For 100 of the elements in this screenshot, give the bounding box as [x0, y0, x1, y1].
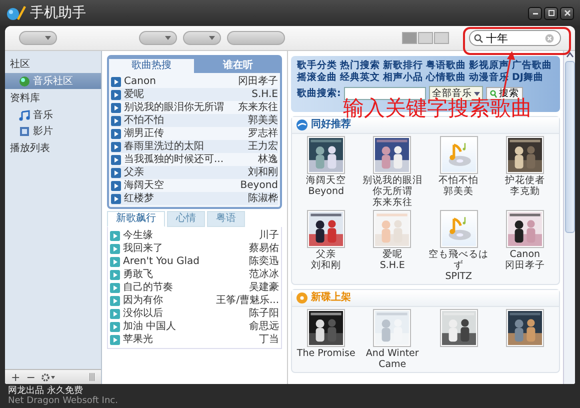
- category-link[interactable]: 新歌排行: [383, 60, 423, 72]
- song-title[interactable]: 加油 中国人: [123, 320, 246, 333]
- play-icon[interactable]: [110, 322, 120, 332]
- album-cover[interactable]: [506, 309, 544, 347]
- scroll-up-icon[interactable]: [566, 51, 574, 59]
- music-disc-icon: [448, 217, 471, 240]
- category-link[interactable]: 歌手分类: [297, 60, 337, 72]
- window-title: 手机助手: [30, 4, 87, 22]
- sidebar-heading: 播放列表: [9, 142, 51, 156]
- song-title[interactable]: 爱呢: [124, 88, 249, 101]
- album-cover[interactable]: [506, 210, 544, 248]
- category-link[interactable]: 心情歌曲: [426, 72, 466, 84]
- play-icon[interactable]: [111, 194, 121, 204]
- search-icon: [490, 90, 497, 98]
- album-title[interactable]: Canon: [510, 249, 540, 260]
- play-icon[interactable]: [110, 244, 120, 254]
- album-cover[interactable]: [373, 136, 412, 174]
- song-title[interactable]: 勇敢飞: [123, 268, 246, 281]
- album-title[interactable]: 爱呢: [382, 249, 402, 260]
- remove-button[interactable]: −: [26, 370, 36, 384]
- album-cover[interactable]: [307, 136, 346, 174]
- close-button[interactable]: [560, 6, 574, 20]
- album-artist: 冈田孝子: [504, 260, 545, 271]
- dropdown-button[interactable]: [139, 31, 177, 45]
- category-link[interactable]: 经典英文: [340, 72, 380, 84]
- album-cover[interactable]: [440, 309, 478, 347]
- minimize-button[interactable]: [528, 6, 542, 20]
- album-cover[interactable]: [307, 210, 346, 248]
- song-title[interactable]: 因为有你: [123, 294, 214, 307]
- album-title[interactable]: And Winter Came: [360, 348, 424, 370]
- film-icon: [19, 126, 30, 136]
- play-icon[interactable]: [110, 282, 120, 292]
- song-artist: S.H.E: [252, 88, 278, 101]
- category-link[interactable]: 广告歌曲: [512, 60, 552, 72]
- song-title[interactable]: 没你以后: [123, 307, 246, 320]
- song-artist: 郭美美: [248, 114, 278, 127]
- song-artist: 刘和刚: [248, 166, 278, 179]
- song-title[interactable]: 父亲: [124, 166, 245, 179]
- search-field[interactable]: 十年: [469, 30, 561, 46]
- song-artist: 王筝/曹魅乐...: [216, 294, 279, 307]
- album-title[interactable]: 不怕不怕: [438, 175, 479, 186]
- song-title[interactable]: 春雨里洗过的太阳: [124, 140, 245, 153]
- song-artist: 范冰冰: [249, 268, 279, 281]
- song-title[interactable]: 苹果光: [123, 333, 256, 346]
- play-icon[interactable]: [111, 168, 121, 178]
- maximize-button[interactable]: [544, 6, 558, 20]
- play-icon[interactable]: [111, 116, 121, 126]
- song-title[interactable]: 自己的节奏: [123, 281, 246, 294]
- tab[interactable]: 新歌飙行: [107, 211, 165, 227]
- album-artist: SPITZ: [445, 271, 472, 282]
- album-title[interactable]: 护花使者: [504, 175, 545, 186]
- play-icon[interactable]: [111, 128, 121, 138]
- play-icon[interactable]: [110, 270, 120, 280]
- toolbar-button[interactable]: [227, 31, 285, 45]
- song-title[interactable]: 我回来了: [123, 242, 246, 255]
- song-title[interactable]: Canon: [124, 75, 235, 88]
- song-title[interactable]: 红楼梦: [124, 192, 245, 205]
- song-title[interactable]: 当我孤独的时候还可...: [124, 153, 255, 166]
- play-icon[interactable]: [110, 230, 120, 240]
- play-icon[interactable]: [110, 308, 120, 318]
- dropdown-button[interactable]: [19, 31, 57, 45]
- play-icon[interactable]: [110, 334, 120, 344]
- play-icon[interactable]: [111, 76, 121, 86]
- album-cover[interactable]: [307, 309, 346, 347]
- category-link[interactable]: 粤语歌曲: [426, 60, 466, 72]
- album-title[interactable]: 别说我的眼泪你无所谓: [360, 175, 424, 197]
- category-link[interactable]: 摇滚金曲: [297, 72, 337, 84]
- search-input[interactable]: 十年: [486, 32, 542, 44]
- category-link[interactable]: 热门搜索: [340, 60, 380, 72]
- maximize-icon: [546, 9, 556, 17]
- play-icon[interactable]: [111, 90, 121, 100]
- category-link[interactable]: DJ舞曲: [512, 72, 544, 84]
- settings-icon[interactable]: [41, 372, 56, 382]
- resize-grip-icon[interactable]: [89, 373, 95, 381]
- play-icon[interactable]: [110, 296, 120, 306]
- song-title[interactable]: 今生缘: [123, 229, 256, 242]
- play-icon[interactable]: [111, 102, 121, 112]
- album-title[interactable]: 父亲: [316, 249, 336, 260]
- album-cover[interactable]: [506, 136, 544, 174]
- album-title[interactable]: The Promise: [296, 348, 356, 359]
- song-title[interactable]: 潮男正传: [124, 127, 245, 140]
- song-title[interactable]: Aren't You Glad: [123, 255, 246, 268]
- dropdown-button[interactable]: [183, 31, 221, 45]
- song-title[interactable]: 海阔天空: [124, 179, 238, 192]
- sidebar-item[interactable]: 影片: [5, 123, 101, 139]
- tab[interactable]: 歌曲热搜: [109, 59, 194, 73]
- category-link[interactable]: 相声小品: [383, 72, 423, 84]
- add-button[interactable]: +: [11, 370, 20, 384]
- album-title[interactable]: 海阔天空: [306, 175, 346, 186]
- category-link[interactable]: 影视原声: [469, 60, 509, 72]
- sidebar-item[interactable]: 音乐: [5, 107, 101, 123]
- scrollbar[interactable]: [563, 51, 575, 384]
- play-icon[interactable]: [111, 180, 121, 190]
- song-title[interactable]: 不怕不怕: [124, 114, 245, 127]
- play-icon[interactable]: [111, 154, 121, 164]
- song-title[interactable]: 别说我的眼泪你无所谓: [124, 101, 235, 114]
- play-icon[interactable]: [111, 142, 121, 152]
- album-title[interactable]: 空も飛べるはず: [426, 249, 491, 271]
- album-artist: Beyond: [308, 186, 344, 197]
- play-icon[interactable]: [110, 256, 120, 266]
